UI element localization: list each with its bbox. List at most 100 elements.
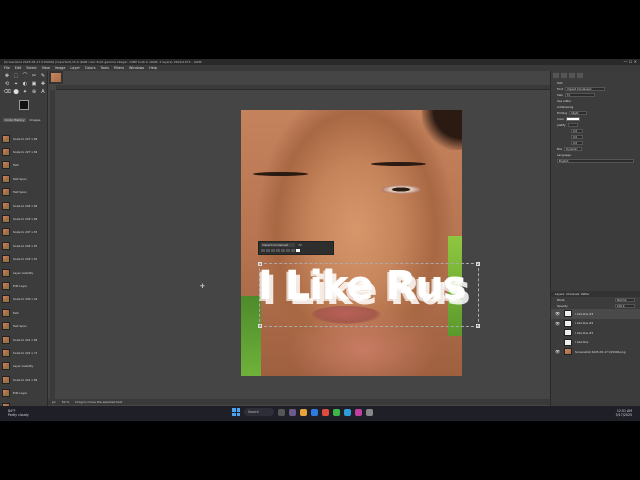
- image-tab[interactable]: [49, 71, 63, 84]
- window-controls[interactable]: — ☐ ✕: [624, 59, 637, 64]
- layer-row[interactable]: I Like Rus: [551, 338, 640, 348]
- opacity-field[interactable]: 100.0: [615, 304, 635, 308]
- history-item[interactable]: Edit Layer: [0, 279, 48, 292]
- tool-icon[interactable]: ▣: [30, 81, 38, 88]
- layer-row[interactable]: I Like Rus #1: [551, 328, 640, 338]
- tab-undo-history[interactable]: Undo History: [3, 118, 27, 122]
- history-item[interactable]: Scale to 222 x 71: [0, 346, 48, 359]
- font-field[interactable]: Impact Condensed: [565, 87, 606, 91]
- text-color-button[interactable]: [296, 249, 300, 252]
- task-view-icon[interactable]: [278, 408, 285, 416]
- history-item[interactable]: Text Span: [0, 319, 48, 332]
- app-icon-red[interactable]: [322, 408, 329, 416]
- system-clock[interactable]: 12:51 AM 5/17/2025: [616, 409, 632, 417]
- history-item[interactable]: Scale to 243 x 66: [0, 199, 48, 212]
- language-field[interactable]: English: [557, 159, 634, 163]
- box-select[interactable]: Dynamic: [564, 147, 583, 151]
- justify-buttons[interactable]: [567, 123, 578, 127]
- underline-button[interactable]: [276, 249, 280, 252]
- tool-icon[interactable]: ✎: [39, 73, 47, 80]
- foreground-color[interactable]: [19, 100, 29, 110]
- windows-start-icon[interactable]: [232, 408, 240, 416]
- visibility-eye-icon[interactable]: 👁: [555, 321, 561, 326]
- letter-spacing-field[interactable]: 0.0: [571, 141, 583, 145]
- app-icon-blue[interactable]: [344, 408, 351, 416]
- italic-button[interactable]: [271, 249, 275, 252]
- tool-icon[interactable]: ✂: [30, 73, 38, 80]
- baseline-button[interactable]: [286, 249, 290, 252]
- history-item[interactable]: Scale to 227 x 66: [0, 132, 48, 145]
- history-item[interactable]: Edit Layer: [0, 386, 48, 399]
- use-editor-checkbox[interactable]: Use editor: [557, 99, 571, 103]
- menu-view[interactable]: View: [42, 66, 50, 70]
- text-color-swatch[interactable]: [566, 117, 581, 121]
- history-item[interactable]: Scale to 330 x 91: [0, 293, 48, 306]
- status-unit[interactable]: px: [52, 400, 56, 404]
- tool-icon[interactable]: ⬤: [12, 89, 20, 96]
- edge-browser-icon[interactable]: [311, 408, 318, 416]
- menu-image[interactable]: Image: [55, 66, 66, 70]
- visibility-eye-icon[interactable]: 👁: [555, 311, 561, 316]
- line-spacing-field[interactable]: 0.0: [571, 135, 583, 139]
- tab-images[interactable]: Images: [29, 118, 40, 122]
- color-swatches[interactable]: [3, 100, 44, 116]
- indent-field[interactable]: 0.0: [571, 129, 583, 133]
- resize-handle-tr[interactable]: [476, 262, 480, 266]
- tool-icon[interactable]: ⌫: [3, 89, 11, 96]
- strikethrough-button[interactable]: [281, 249, 285, 252]
- layer-row[interactable]: 👁 Screenshot 2025-05-17 015006.png: [551, 347, 640, 357]
- visibility-eye-icon[interactable]: 👁: [555, 349, 561, 354]
- app-icon-purple[interactable]: [355, 408, 362, 416]
- tool-icon[interactable]: ⟲: [3, 81, 11, 88]
- history-item[interactable]: Scale to 243 x 66: [0, 212, 48, 225]
- menu-windows[interactable]: Windows: [129, 66, 144, 70]
- history-item[interactable]: Scale to 222 x 89: [0, 373, 48, 386]
- tab-paths[interactable]: Paths: [581, 292, 589, 296]
- menu-filters[interactable]: Filters: [114, 66, 124, 70]
- history-item[interactable]: Layer visibility: [0, 266, 48, 279]
- tool-icon[interactable]: ◐: [21, 81, 29, 88]
- tool-icon[interactable]: A: [39, 89, 47, 96]
- weather-widget[interactable]: 84°F Partly cloudy: [8, 409, 29, 417]
- layer-row[interactable]: 👁 I Like Rus #3: [551, 309, 640, 319]
- tab-layers[interactable]: Layers: [555, 292, 564, 296]
- history-item[interactable]: Text: [0, 159, 48, 172]
- menu-colors[interactable]: Colors: [85, 66, 96, 70]
- history-item[interactable]: Text Span: [0, 186, 48, 199]
- file-explorer-icon[interactable]: [300, 408, 307, 416]
- resize-handle-br[interactable]: [476, 324, 480, 328]
- mode-select[interactable]: Normal: [615, 298, 635, 302]
- tool-icon[interactable]: ⌖: [12, 81, 20, 88]
- layer-row[interactable]: 👁 I Like Rus #2: [551, 319, 640, 329]
- antialiasing-checkbox[interactable]: Antialiasing: [557, 105, 573, 109]
- menu-file[interactable]: File: [4, 66, 10, 70]
- tool-options-tab-icon[interactable]: [553, 73, 559, 78]
- gimp-app-icon[interactable]: [289, 408, 296, 416]
- history-item[interactable]: Scale to 247 x 67: [0, 226, 48, 239]
- history-item[interactable]: Layer visibility: [0, 360, 48, 373]
- menu-layer[interactable]: Layer: [70, 66, 79, 70]
- tab-channels[interactable]: Channels: [566, 292, 579, 296]
- text-toolbar-size[interactable]: 72: [298, 243, 302, 247]
- device-status-tab-icon[interactable]: [561, 73, 567, 78]
- tool-icon[interactable]: ✦: [21, 89, 29, 96]
- menu-select[interactable]: Select: [26, 66, 36, 70]
- history-item[interactable]: Scale to 243 x 67: [0, 253, 48, 266]
- hinting-select[interactable]: Slight: [569, 111, 588, 115]
- resize-handle-bl[interactable]: [258, 324, 262, 328]
- history-item[interactable]: Scale to 227 x 66: [0, 145, 48, 158]
- canvas-area[interactable]: I Like Rus I Like Rus I Like Rus Impact …: [56, 90, 550, 399]
- tool-icon[interactable]: ✥: [3, 73, 11, 80]
- images-tab-icon[interactable]: [577, 73, 583, 78]
- taskbar-search[interactable]: Search: [244, 408, 274, 416]
- tool-icon[interactable]: ✚: [39, 81, 47, 88]
- history-item[interactable]: Text Span: [0, 172, 48, 185]
- status-zoom[interactable]: 50 %: [62, 400, 70, 404]
- app-icon-green[interactable]: [333, 408, 340, 416]
- history-item[interactable]: Text: [0, 306, 48, 319]
- menu-help[interactable]: Help: [149, 66, 157, 70]
- size-field[interactable]: 72: [564, 93, 595, 97]
- app-icon-gray[interactable]: [366, 408, 373, 416]
- text-toolbar-font[interactable]: Impact Condensed: [261, 243, 295, 247]
- clear-style-button[interactable]: [261, 249, 265, 252]
